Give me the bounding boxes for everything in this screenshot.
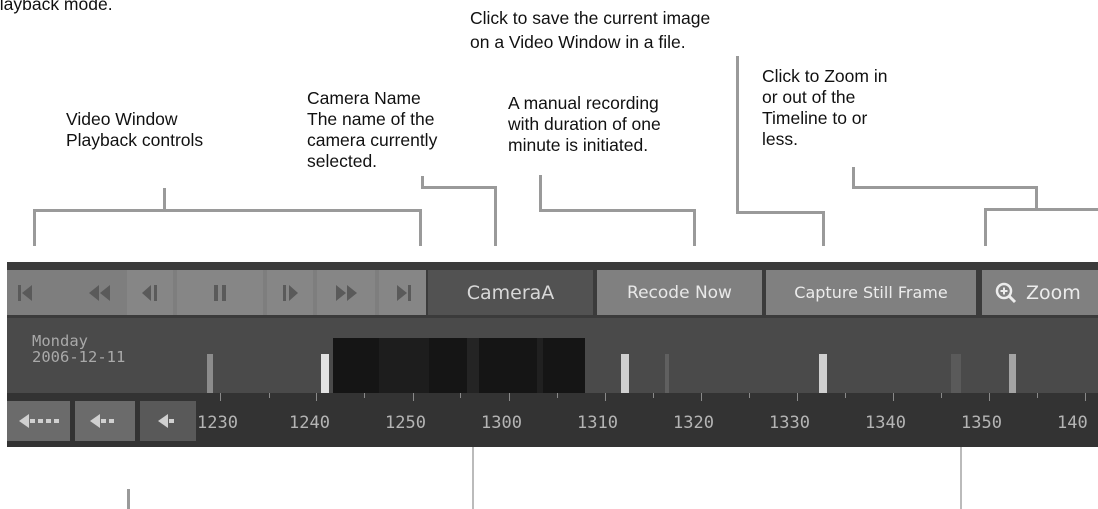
record-callout: A manual recording with duration of one … (508, 93, 661, 155)
capture-still-frame-button[interactable]: Capture Still Frame (766, 270, 976, 315)
capture-leader (736, 211, 825, 214)
step-back-icon (142, 284, 157, 301)
skip-to-start-icon (18, 284, 32, 301)
tick-label: 1230 (197, 413, 238, 433)
camera-name-display: CameraA (428, 270, 593, 315)
timeline-day: Monday (32, 332, 88, 350)
skip-to-end-button[interactable] (379, 270, 426, 315)
scroll-back-small-icon (158, 414, 174, 428)
player-toolbar: CameraA Recode Now Capture Still Frame Z… (7, 262, 1098, 318)
ruler-tick (413, 393, 414, 401)
pause-icon (214, 284, 226, 301)
tick-label: 1310 (577, 413, 618, 433)
camera-leader (494, 186, 497, 246)
playback-leader (163, 188, 166, 210)
ruler-tick (364, 393, 365, 398)
fast-rewind-icon (89, 284, 110, 301)
timeline-track[interactable]: Monday 2006-12-11 (7, 318, 1098, 447)
ruler-tick (557, 393, 558, 398)
step-back-button[interactable] (127, 270, 173, 315)
skip-to-end-icon (396, 284, 411, 301)
ruler-tick (893, 393, 894, 401)
fast-rewind-button[interactable] (81, 270, 119, 315)
zoom-leader (984, 208, 987, 246)
ruler-tick (460, 393, 461, 398)
tick-label: 1300 (481, 413, 522, 433)
tick-label: 1340 (865, 413, 906, 433)
skip-to-start-button[interactable] (7, 270, 45, 315)
tick-label: 1330 (769, 413, 810, 433)
step-forward-icon (283, 284, 298, 301)
playback-leader (33, 209, 36, 246)
tick-label: 1350 (961, 413, 1002, 433)
zoom-in-icon (995, 282, 1017, 303)
playback-leader (33, 209, 422, 212)
fast-forward-button[interactable] (317, 270, 375, 315)
record-now-button[interactable]: Recode Now (597, 270, 762, 315)
camera-callout: Camera Name The name of the camera curre… (307, 88, 438, 171)
capture-leader (736, 56, 739, 214)
tick-label: 1320 (673, 413, 714, 433)
tick-label: 1250 (385, 413, 426, 433)
capture-callout: Click to save the current image on a Vid… (470, 8, 711, 52)
scroll-back-icon (90, 414, 114, 428)
ruler-tick (1085, 393, 1086, 401)
ruler-tick (509, 393, 510, 401)
ruler-tick (653, 393, 654, 398)
ruler-tick (941, 393, 942, 398)
ruler-tick (269, 393, 270, 398)
ruler-tick (220, 393, 221, 401)
timeline-date: 2006-12-11 (32, 348, 126, 366)
ruler-tick (605, 393, 606, 401)
scroll-back-far-button[interactable] (7, 401, 70, 441)
ruler-tick (989, 393, 990, 401)
scroll-back-small-button[interactable] (140, 401, 196, 441)
zoom-button[interactable]: Zoom (982, 270, 1098, 315)
playback-leader (419, 209, 422, 246)
ruler-tick (797, 393, 798, 401)
pause-button[interactable] (177, 270, 263, 315)
playback-callout: Video Window Playback controls (66, 109, 204, 150)
record-leader (539, 175, 542, 211)
camera-leader (421, 176, 424, 188)
ruler-tick (701, 393, 702, 401)
ruler-tick (316, 393, 317, 401)
zoom-leader (984, 208, 1098, 211)
record-leader (693, 209, 696, 246)
nav-pointer-line (127, 489, 130, 509)
record-leader (539, 209, 696, 212)
step-forward-button[interactable] (267, 270, 313, 315)
fast-forward-icon (336, 284, 357, 301)
zoom-leader (852, 186, 1038, 189)
zoom-callout: Click to Zoom in or out of the Timeline … (762, 66, 888, 149)
scroll-back-button[interactable] (75, 401, 135, 441)
tick-label: 1240 (289, 413, 330, 433)
video-player: CameraA Recode Now Capture Still Frame Z… (7, 262, 1098, 447)
ruler-tick (845, 393, 846, 398)
camera-leader (421, 186, 497, 189)
tick-label: 140 (1057, 413, 1088, 433)
time-ruler: 1230 1240 1250 1300 1310 1320 1330 1340 … (7, 393, 1098, 447)
ruler-tick (749, 393, 750, 398)
intro-text: playback mode. (0, 0, 113, 14)
zoom-label: Zoom (1026, 281, 1081, 304)
ruler-tick (1037, 393, 1038, 398)
scroll-back-far-icon (18, 414, 59, 428)
zoom-leader (852, 167, 855, 188)
capture-leader (822, 211, 825, 246)
